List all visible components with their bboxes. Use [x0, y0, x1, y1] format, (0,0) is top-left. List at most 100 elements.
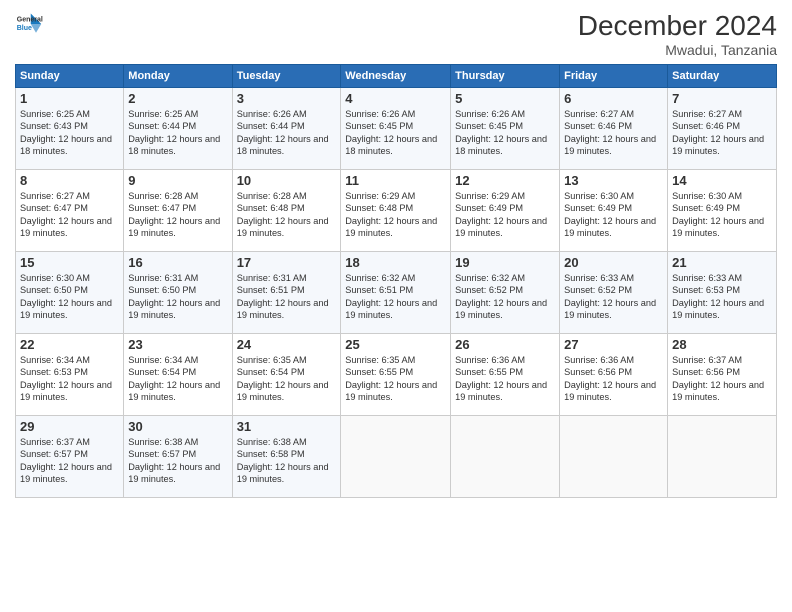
calendar-title: December 2024 — [578, 10, 777, 42]
day-number: 20 — [564, 255, 663, 270]
col-wednesday: Wednesday — [341, 65, 451, 88]
day-number: 28 — [672, 337, 772, 352]
day-number: 11 — [345, 173, 446, 188]
day-number: 12 — [455, 173, 555, 188]
header: General Blue December 2024 Mwadui, Tanza… — [15, 10, 777, 58]
col-friday: Friday — [560, 65, 668, 88]
calendar-week-3: 15 Sunrise: 6:30 AMSunset: 6:50 PMDayligh… — [16, 252, 777, 334]
calendar-week-4: 22 Sunrise: 6:34 AMSunset: 6:53 PMDayligh… — [16, 334, 777, 416]
calendar-cell: 19 Sunrise: 6:32 AMSunset: 6:52 PMDayligh… — [451, 252, 560, 334]
calendar-cell: 6 Sunrise: 6:27 AMSunset: 6:46 PMDaylight… — [560, 88, 668, 170]
day-number: 31 — [237, 419, 337, 434]
calendar-cell: 25 Sunrise: 6:35 AMSunset: 6:55 PMDayligh… — [341, 334, 451, 416]
calendar-cell: 18 Sunrise: 6:32 AMSunset: 6:51 PMDayligh… — [341, 252, 451, 334]
calendar-page: General Blue December 2024 Mwadui, Tanza… — [0, 0, 792, 612]
day-number: 15 — [20, 255, 119, 270]
day-detail: Sunrise: 6:37 AMSunset: 6:56 PMDaylight:… — [672, 355, 764, 402]
day-detail: Sunrise: 6:34 AMSunset: 6:53 PMDaylight:… — [20, 355, 112, 402]
day-number: 6 — [564, 91, 663, 106]
day-detail: Sunrise: 6:29 AMSunset: 6:48 PMDaylight:… — [345, 191, 437, 238]
day-number: 8 — [20, 173, 119, 188]
day-number: 14 — [672, 173, 772, 188]
svg-text:Blue: Blue — [17, 25, 32, 32]
day-detail: Sunrise: 6:38 AMSunset: 6:57 PMDaylight:… — [128, 437, 220, 484]
day-detail: Sunrise: 6:32 AMSunset: 6:52 PMDaylight:… — [455, 273, 547, 320]
day-number: 21 — [672, 255, 772, 270]
day-number: 1 — [20, 91, 119, 106]
day-detail: Sunrise: 6:31 AMSunset: 6:50 PMDaylight:… — [128, 273, 220, 320]
calendar-cell: 27 Sunrise: 6:36 AMSunset: 6:56 PMDayligh… — [560, 334, 668, 416]
calendar-cell: 12 Sunrise: 6:29 AMSunset: 6:49 PMDayligh… — [451, 170, 560, 252]
header-row: Sunday Monday Tuesday Wednesday Thursday… — [16, 65, 777, 88]
calendar-week-5: 29 Sunrise: 6:37 AMSunset: 6:57 PMDayligh… — [16, 416, 777, 498]
day-number: 24 — [237, 337, 337, 352]
calendar-cell: 16 Sunrise: 6:31 AMSunset: 6:50 PMDayligh… — [124, 252, 232, 334]
day-number: 27 — [564, 337, 663, 352]
day-detail: Sunrise: 6:36 AMSunset: 6:56 PMDaylight:… — [564, 355, 656, 402]
day-detail: Sunrise: 6:30 AMSunset: 6:49 PMDaylight:… — [672, 191, 764, 238]
day-detail: Sunrise: 6:28 AMSunset: 6:48 PMDaylight:… — [237, 191, 329, 238]
day-number: 10 — [237, 173, 337, 188]
day-detail: Sunrise: 6:35 AMSunset: 6:55 PMDaylight:… — [345, 355, 437, 402]
day-number: 25 — [345, 337, 446, 352]
col-saturday: Saturday — [668, 65, 777, 88]
day-number: 29 — [20, 419, 119, 434]
day-detail: Sunrise: 6:26 AMSunset: 6:45 PMDaylight:… — [455, 109, 547, 156]
calendar-subtitle: Mwadui, Tanzania — [578, 42, 777, 58]
calendar-cell — [341, 416, 451, 498]
calendar-week-1: 1Sunrise: 6:25 AMSunset: 6:43 PMDaylight… — [16, 88, 777, 170]
day-number: 16 — [128, 255, 227, 270]
day-detail: Sunrise: 6:33 AMSunset: 6:53 PMDaylight:… — [672, 273, 764, 320]
calendar-cell: 10 Sunrise: 6:28 AMSunset: 6:48 PMDayligh… — [232, 170, 341, 252]
logo-icon: General Blue — [15, 10, 43, 38]
calendar-cell: 11 Sunrise: 6:29 AMSunset: 6:48 PMDayligh… — [341, 170, 451, 252]
day-number: 4 — [345, 91, 446, 106]
calendar-cell: 31 Sunrise: 6:38 AMSunset: 6:58 PMDayligh… — [232, 416, 341, 498]
day-detail: Sunrise: 6:35 AMSunset: 6:54 PMDaylight:… — [237, 355, 329, 402]
calendar-cell: 22 Sunrise: 6:34 AMSunset: 6:53 PMDayligh… — [16, 334, 124, 416]
day-detail: Sunrise: 6:26 AMSunset: 6:44 PMDaylight:… — [237, 109, 329, 156]
title-block: December 2024 Mwadui, Tanzania — [578, 10, 777, 58]
logo: General Blue — [15, 10, 43, 38]
calendar-cell: 17Sunrise: 6:31 AMSunset: 6:51 PMDayligh… — [232, 252, 341, 334]
day-number: 23 — [128, 337, 227, 352]
day-number: 13 — [564, 173, 663, 188]
day-detail: Sunrise: 6:37 AMSunset: 6:57 PMDaylight:… — [20, 437, 112, 484]
day-number: 5 — [455, 91, 555, 106]
col-tuesday: Tuesday — [232, 65, 341, 88]
calendar-cell: 4Sunrise: 6:26 AMSunset: 6:45 PMDaylight… — [341, 88, 451, 170]
calendar-cell: 9Sunrise: 6:28 AMSunset: 6:47 PMDaylight… — [124, 170, 232, 252]
day-detail: Sunrise: 6:30 AMSunset: 6:49 PMDaylight:… — [564, 191, 656, 238]
day-number: 26 — [455, 337, 555, 352]
calendar-cell: 14 Sunrise: 6:30 AMSunset: 6:49 PMDayligh… — [668, 170, 777, 252]
day-number: 2 — [128, 91, 227, 106]
calendar-table: Sunday Monday Tuesday Wednesday Thursday… — [15, 64, 777, 498]
calendar-cell: 23 Sunrise: 6:34 AMSunset: 6:54 PMDayligh… — [124, 334, 232, 416]
calendar-body: 1Sunrise: 6:25 AMSunset: 6:43 PMDaylight… — [16, 88, 777, 498]
day-number: 22 — [20, 337, 119, 352]
calendar-cell: 21 Sunrise: 6:33 AMSunset: 6:53 PMDayligh… — [668, 252, 777, 334]
calendar-cell — [560, 416, 668, 498]
calendar-cell: 28 Sunrise: 6:37 AMSunset: 6:56 PMDayligh… — [668, 334, 777, 416]
day-number: 30 — [128, 419, 227, 434]
day-detail: Sunrise: 6:27 AMSunset: 6:46 PMDaylight:… — [564, 109, 656, 156]
day-detail: Sunrise: 6:34 AMSunset: 6:54 PMDaylight:… — [128, 355, 220, 402]
day-detail: Sunrise: 6:33 AMSunset: 6:52 PMDaylight:… — [564, 273, 656, 320]
day-detail: Sunrise: 6:32 AMSunset: 6:51 PMDaylight:… — [345, 273, 437, 320]
svg-text:General: General — [17, 16, 43, 23]
day-number: 18 — [345, 255, 446, 270]
calendar-cell — [668, 416, 777, 498]
day-detail: Sunrise: 6:38 AMSunset: 6:58 PMDaylight:… — [237, 437, 329, 484]
day-detail: Sunrise: 6:30 AMSunset: 6:50 PMDaylight:… — [20, 273, 112, 320]
col-monday: Monday — [124, 65, 232, 88]
day-number: 9 — [128, 173, 227, 188]
day-number: 19 — [455, 255, 555, 270]
day-detail: Sunrise: 6:36 AMSunset: 6:55 PMDaylight:… — [455, 355, 547, 402]
calendar-cell: 13 Sunrise: 6:30 AMSunset: 6:49 PMDayligh… — [560, 170, 668, 252]
day-detail: Sunrise: 6:29 AMSunset: 6:49 PMDaylight:… — [455, 191, 547, 238]
calendar-cell: 3Sunrise: 6:26 AMSunset: 6:44 PMDaylight… — [232, 88, 341, 170]
calendar-cell: 15 Sunrise: 6:30 AMSunset: 6:50 PMDayligh… — [16, 252, 124, 334]
calendar-cell: 5 Sunrise: 6:26 AMSunset: 6:45 PMDaylight… — [451, 88, 560, 170]
calendar-cell: 30 Sunrise: 6:38 AMSunset: 6:57 PMDayligh… — [124, 416, 232, 498]
calendar-cell: 1Sunrise: 6:25 AMSunset: 6:43 PMDaylight… — [16, 88, 124, 170]
